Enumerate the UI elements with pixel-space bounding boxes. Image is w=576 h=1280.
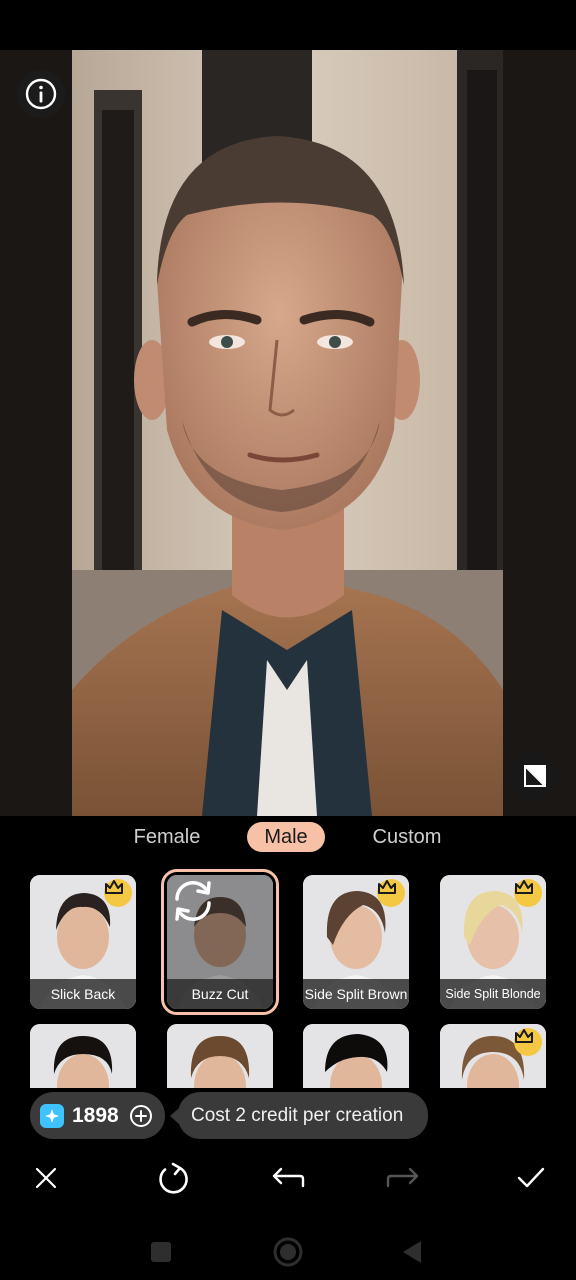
redo-icon bbox=[386, 1167, 419, 1188]
refresh-icon bbox=[175, 881, 211, 921]
status-bar bbox=[0, 0, 576, 50]
refresh-icon bbox=[159, 1162, 188, 1194]
back-button[interactable] bbox=[392, 1232, 432, 1272]
style-card-8[interactable] bbox=[440, 1024, 546, 1088]
style-card-6[interactable] bbox=[167, 1024, 273, 1088]
crown-icon bbox=[514, 1028, 542, 1056]
style-card-5[interactable] bbox=[30, 1024, 136, 1088]
credit-row: 1898 Cost 2 credit per creation bbox=[0, 1092, 576, 1140]
credit-cost-tooltip: Cost 2 credit per creation bbox=[178, 1092, 428, 1139]
style-label: Buzz Cut bbox=[167, 979, 273, 1009]
portrait-photo bbox=[72, 50, 503, 816]
close-button[interactable] bbox=[24, 1156, 68, 1200]
plus-circle-icon[interactable] bbox=[129, 1104, 153, 1128]
regenerate-button[interactable] bbox=[151, 1156, 195, 1200]
style-card-buzz-cut[interactable]: Buzz Cut bbox=[161, 869, 279, 1015]
system-nav-bar bbox=[0, 1224, 576, 1280]
info-button[interactable] bbox=[17, 70, 65, 118]
tab-custom[interactable]: Custom bbox=[362, 822, 452, 852]
square-icon bbox=[151, 1242, 171, 1262]
tab-male[interactable]: Male bbox=[247, 822, 325, 852]
tab-female[interactable]: Female bbox=[118, 822, 216, 852]
style-card-7[interactable] bbox=[303, 1024, 409, 1088]
sparkle-gem-icon bbox=[40, 1103, 64, 1128]
credit-count: 1898 bbox=[72, 1103, 119, 1127]
style-label: Side Split Blonde bbox=[440, 979, 546, 1009]
info-icon bbox=[25, 78, 57, 110]
undo-icon bbox=[272, 1167, 305, 1188]
check-icon bbox=[517, 1167, 545, 1188]
circle-icon bbox=[273, 1237, 303, 1267]
credit-balance[interactable]: 1898 bbox=[30, 1092, 165, 1139]
photo-preview bbox=[0, 50, 576, 816]
back-triangle-icon bbox=[403, 1241, 421, 1263]
recents-button[interactable] bbox=[141, 1232, 181, 1272]
compare-button[interactable] bbox=[511, 752, 559, 800]
crown-icon bbox=[377, 879, 405, 907]
close-icon bbox=[35, 1167, 57, 1189]
style-panel: Female Male Custom Slick Back Buzz Cut S… bbox=[0, 816, 576, 1280]
style-card-side-split-blonde[interactable]: Side Split Blonde bbox=[440, 875, 546, 1009]
confirm-button[interactable] bbox=[509, 1156, 553, 1200]
category-tabs: Female Male Custom bbox=[0, 816, 576, 858]
undo-button[interactable] bbox=[266, 1156, 310, 1200]
style-label: Side Split Brown bbox=[303, 979, 409, 1009]
style-card-side-split-brown[interactable]: Side Split Brown bbox=[303, 875, 409, 1009]
crown-icon bbox=[104, 879, 132, 907]
style-card-slick-back[interactable]: Slick Back bbox=[30, 875, 136, 1009]
home-button[interactable] bbox=[268, 1232, 308, 1272]
style-label: Slick Back bbox=[30, 979, 136, 1009]
edit-toolbar bbox=[0, 1156, 576, 1200]
compare-icon bbox=[524, 765, 546, 787]
crown-icon bbox=[514, 879, 542, 907]
hairstyle-grid: Slick Back Buzz Cut Side Split Brown Sid… bbox=[0, 868, 576, 1088]
redo-button[interactable] bbox=[381, 1156, 425, 1200]
